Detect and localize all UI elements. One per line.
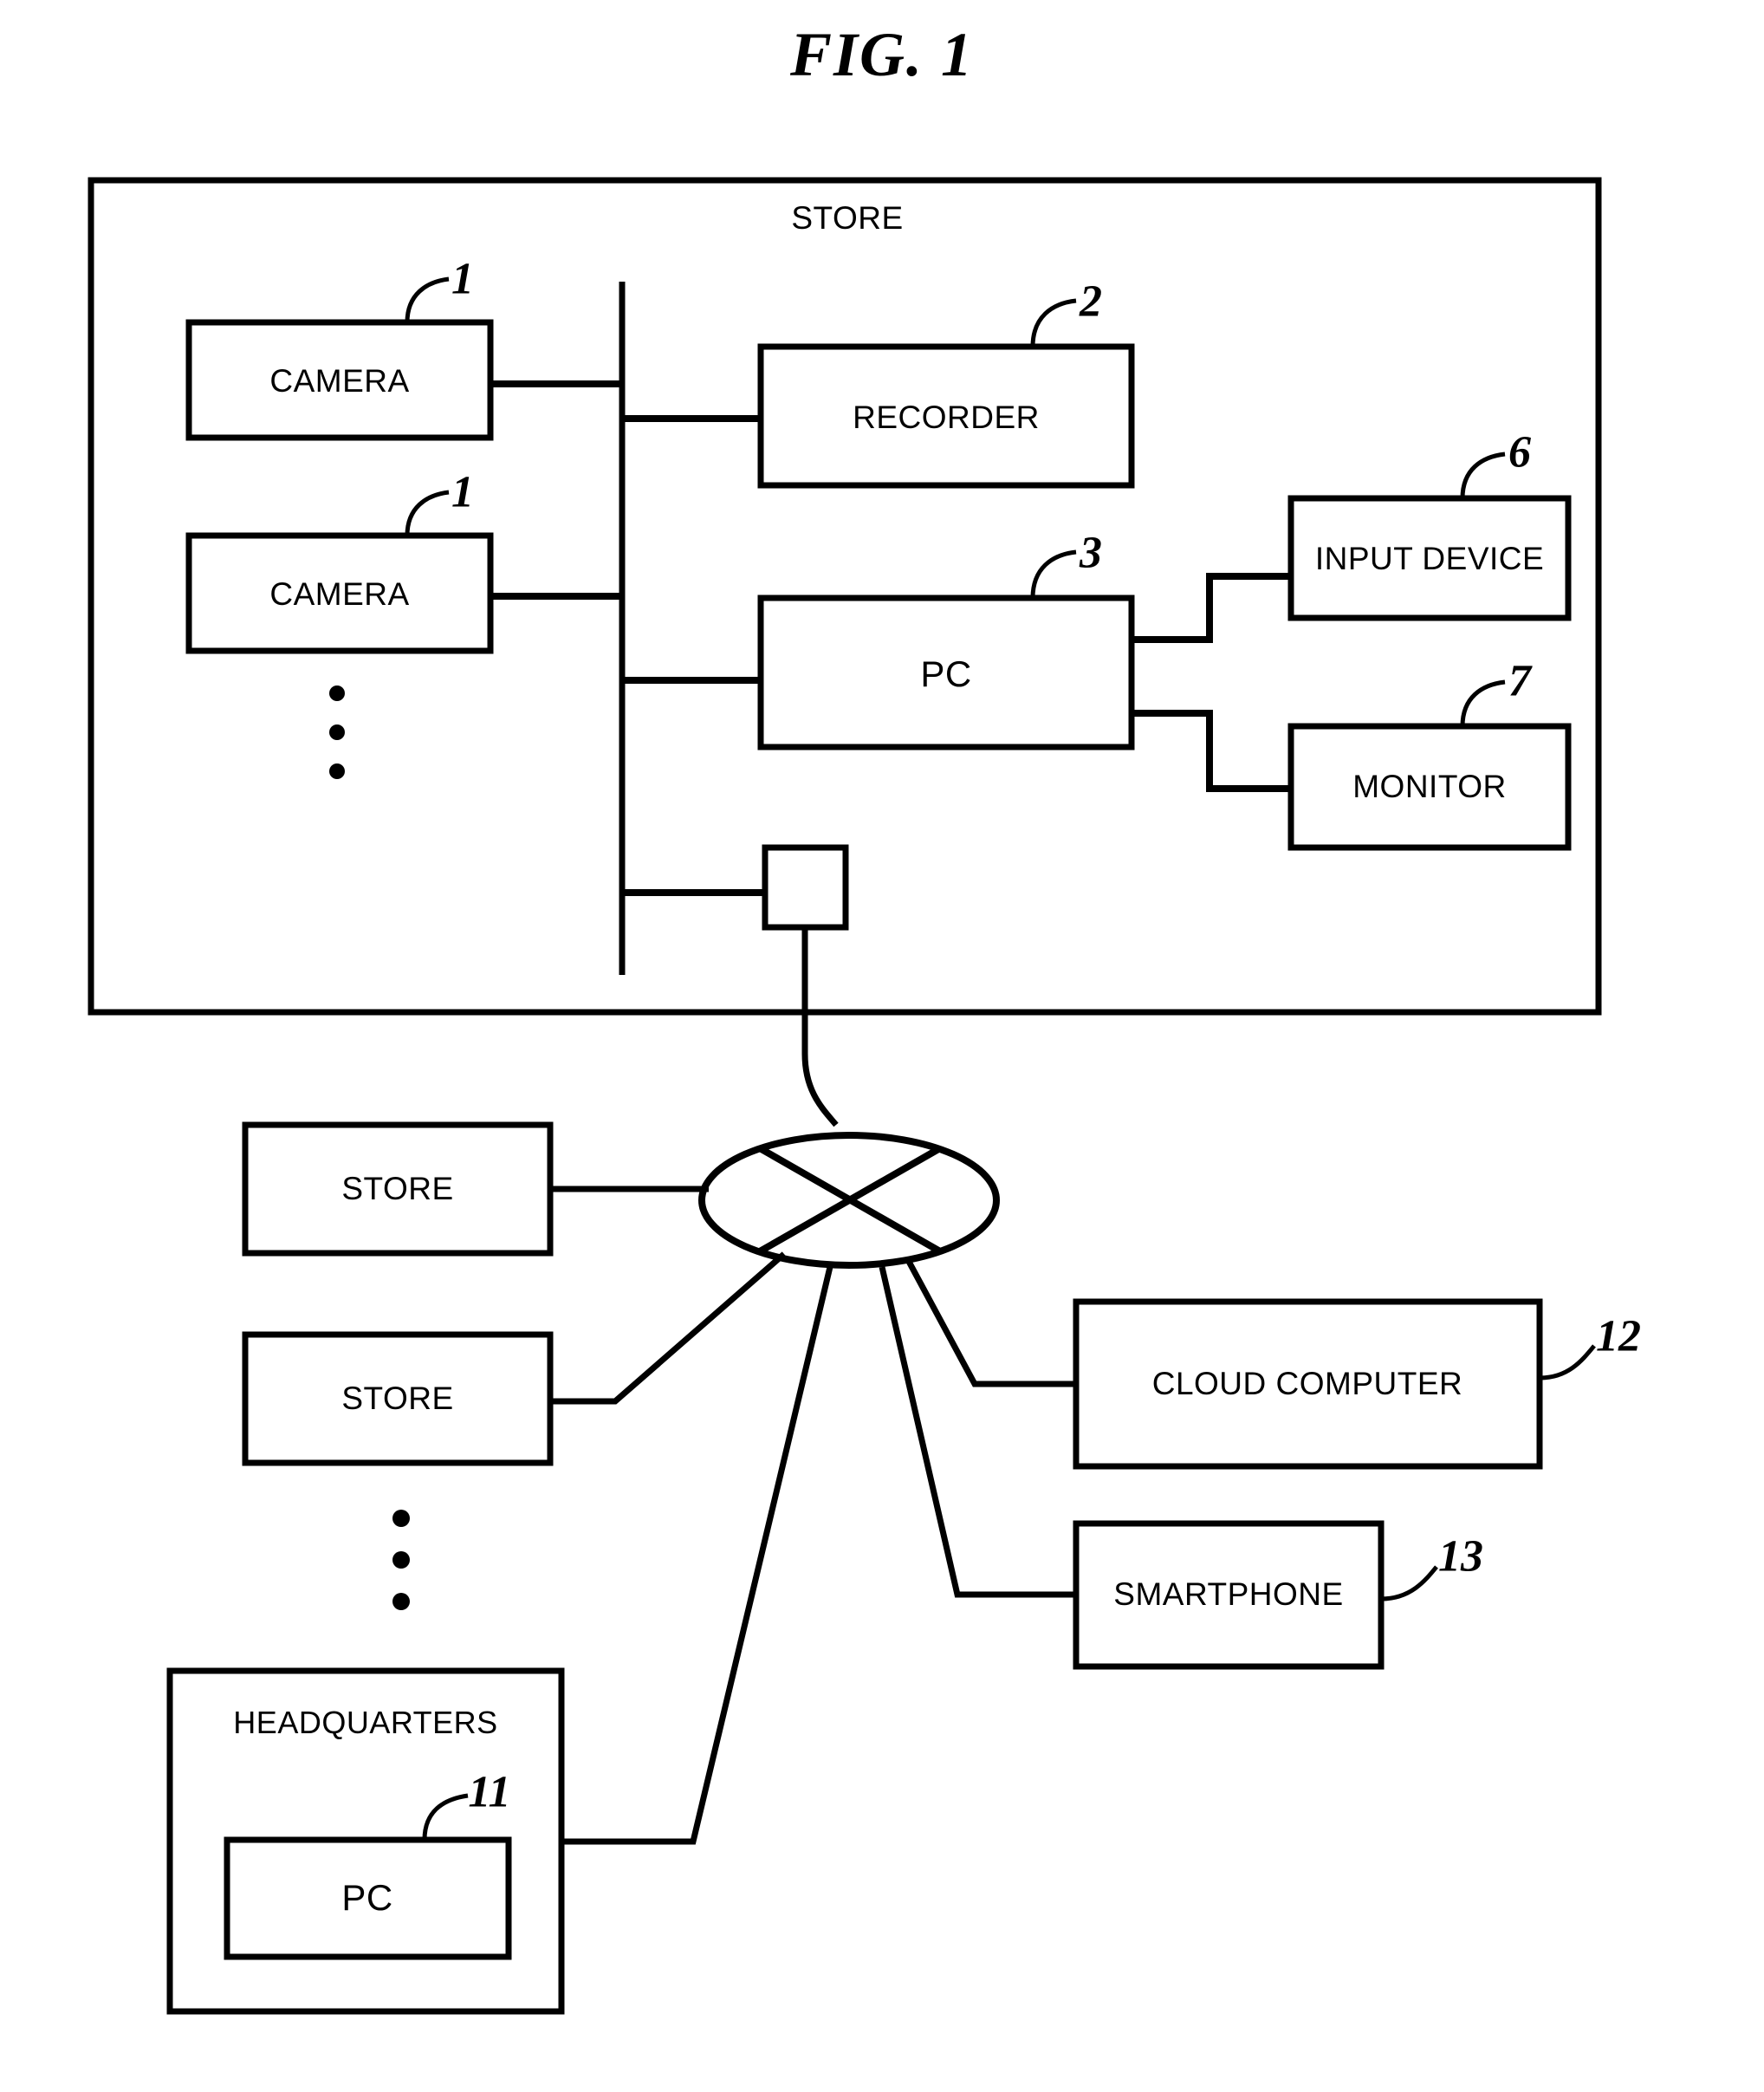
ref-numeral-monitor: 7: [1508, 656, 1531, 706]
ref-numeral-pc-headquarters: 11: [468, 1767, 511, 1817]
ref-numeral-pc-store: 3: [1080, 528, 1102, 578]
cloud-computer-label: CLOUD COMPUTER: [1151, 1366, 1463, 1401]
ref-numeral-recorder: 2: [1080, 276, 1102, 327]
smartphone-link: [879, 1266, 1076, 1598]
input-device-label: INPUT DEVICE: [1314, 541, 1545, 576]
store-remote-2-label: STORE: [341, 1381, 454, 1416]
cloud-computer-link: [904, 1257, 1076, 1387]
store-remote-2-link: [550, 1251, 787, 1405]
ref-numeral-camera-1: 1: [451, 254, 474, 304]
camera-1-label: CAMERA: [269, 363, 410, 399]
monitor-label: MONITOR: [1352, 769, 1507, 804]
network-interface-rect: [762, 844, 849, 931]
camera-2-leader: [405, 490, 450, 536]
monitor-leader: [1460, 679, 1506, 727]
ref-numeral-smartphone: 13: [1438, 1531, 1483, 1582]
store-remote-1-label: STORE: [341, 1171, 454, 1206]
camera-ellipsis-dot-2: [329, 724, 345, 740]
ref-numeral-camera-2: 1: [451, 467, 474, 517]
camera-ellipsis-dot-3: [329, 763, 345, 779]
store-ellipsis-dot-1: [392, 1510, 410, 1527]
store-ellipsis-dot-3: [392, 1593, 410, 1610]
pc-headquarters-label: PC: [341, 1877, 393, 1918]
ref-numeral-input-device: 6: [1508, 427, 1531, 478]
smartphone-leader: [1380, 1565, 1438, 1601]
headquarters-to-network-link: [561, 1266, 833, 1845]
headquarters-label: HEADQUARTERS: [233, 1705, 498, 1740]
cloud-computer-leader: [1539, 1344, 1596, 1381]
diagram-canvas: STORE CAMERA CAMERA RECORDER PC INPUT DE…: [0, 0, 1764, 2092]
camera-ellipsis-dot-1: [329, 685, 345, 701]
ref-numeral-cloud-computer: 12: [1596, 1311, 1641, 1361]
store-enclosure-label: STORE: [791, 200, 904, 236]
pc-store-label: PC: [920, 653, 972, 694]
recorder-leader: [1030, 298, 1077, 348]
pc-to-input-device-link: [1132, 573, 1291, 643]
camera-2-label: CAMERA: [269, 576, 410, 612]
camera-1-leader: [405, 276, 450, 323]
recorder-label: RECORDER: [853, 400, 1040, 435]
pc-store-leader: [1030, 549, 1077, 599]
store-ellipsis-dot-2: [392, 1551, 410, 1569]
diagram-vector-layer: [88, 177, 1602, 2015]
smartphone-label: SMARTPHONE: [1113, 1576, 1344, 1612]
store-to-network-link: [801, 927, 839, 1127]
input-device-leader: [1460, 452, 1506, 499]
pc-to-monitor-link: [1132, 710, 1291, 792]
